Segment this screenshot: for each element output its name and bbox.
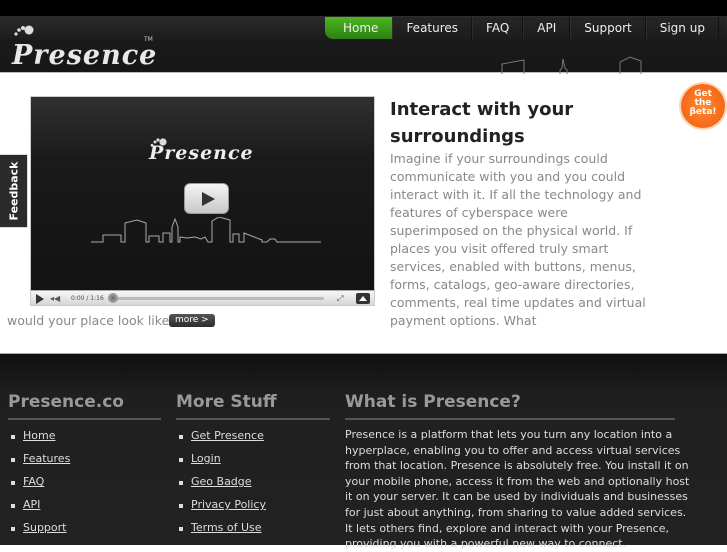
footer-link-privacy[interactable]: Privacy Policy [191,498,266,511]
footer-link-home[interactable]: Home [23,429,55,442]
site-footer: Presence.co Home Features FAQ API Suppor… [0,353,727,550]
hero-body: Imagine if your surroundings could commu… [390,151,646,328]
footer-link-features[interactable]: Features [23,452,70,465]
nav-home[interactable]: Home [325,17,393,39]
seek-slider[interactable] [108,293,326,304]
trademark: TM [144,36,153,43]
nav-signup[interactable]: Sign up [645,17,719,39]
more-button[interactable]: more > [169,314,215,327]
footer-link-terms[interactable]: Terms of Use [191,521,262,534]
video-logo-text: Presence [149,142,254,164]
footer-col2-title: More Stuff [176,392,330,420]
footer-about-text: Presence is a platform that lets you tur… [345,428,690,551]
nav-faq[interactable]: FAQ [472,17,524,39]
footer-link-item: API [8,497,161,520]
logo-text: Presence [12,40,158,71]
footer-col-what-is: What is Presence? Presence is a platform… [345,392,689,552]
footer-col-more-stuff: More Stuff Get Presence Login Geo Badge … [176,392,330,543]
video-controls: ◂◀ 0:00 / 1:16 ⤢ [31,290,374,305]
video-time: 0:00 / 1:16 [71,295,104,302]
nav-support[interactable]: Support [570,17,646,39]
footer-link-item: Login [176,451,330,474]
footer-link-geo-badge[interactable]: Geo Badge [191,475,252,488]
video-skyline-graphic [91,217,321,243]
footer-link-support[interactable]: Support [23,521,66,534]
footer-link-api[interactable]: API [23,498,40,511]
feedback-tab[interactable]: Feedback [0,154,28,228]
logo[interactable]: Presence TM [8,24,158,72]
seek-track [114,297,324,300]
nav-features[interactable]: Features [392,17,473,39]
top-bar [0,0,727,16]
footer-link-item: Home [8,428,161,451]
footer-col3-title: What is Presence? [345,392,675,420]
hero-section: Presence ◂◀ 0:00 / 1:16 ⤢ Feedback Inter… [0,74,727,353]
footer-col1-title: Presence.co [8,392,161,420]
play-icon[interactable] [34,293,44,304]
popout-icon[interactable] [356,293,370,304]
hero-title: Interact with your surroundings [390,99,574,147]
footer-link-item: Geo Badge [176,474,330,497]
beta-line-3: βeta! [689,107,717,117]
play-button-large[interactable] [184,183,229,214]
footer-link-item: Privacy Policy [176,497,330,520]
footer-link-login[interactable]: Login [191,452,221,465]
footer-link-item: Terms of Use [176,520,330,543]
main-nav: Home Features FAQ API Support Sign up [325,17,725,39]
get-beta-badge[interactable]: Get the βeta! [681,84,725,128]
volume-icon[interactable]: ◂◀ [50,293,60,304]
nav-api[interactable]: API [523,17,571,39]
hero-body-continued: would your place look like? [7,313,176,328]
fullscreen-icon[interactable]: ⤢ [337,293,343,304]
footer-link-faq[interactable]: FAQ [23,475,44,488]
video-player[interactable]: Presence ◂◀ 0:00 / 1:16 ⤢ [30,96,375,306]
footer-col-presence: Presence.co Home Features FAQ API Suppor… [8,392,161,543]
footer-link-item: Support [8,520,161,543]
footer-link-item: Features [8,451,161,474]
feedback-label: Feedback [7,161,20,221]
seek-handle[interactable] [108,293,118,303]
site-header: Presence TM Home Features FAQ API Suppor… [0,16,727,90]
footer-link-get-presence[interactable]: Get Presence [191,429,264,442]
footer-link-item: FAQ [8,474,161,497]
footer-link-item: Get Presence [176,428,330,451]
